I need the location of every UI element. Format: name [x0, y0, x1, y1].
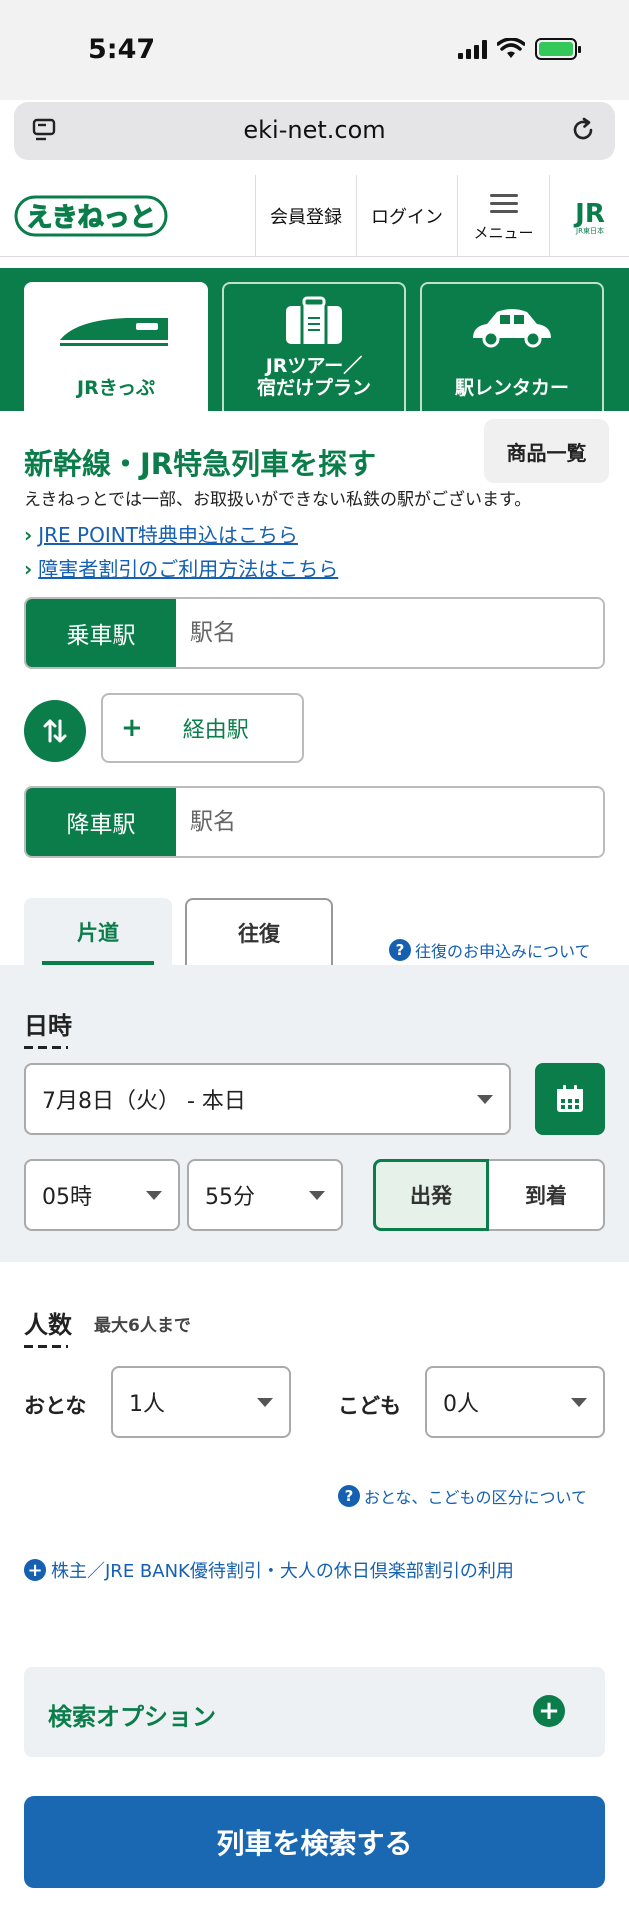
menu-label: メニュー [473, 224, 534, 242]
search-trains-button[interactable]: 列車を検索する [24, 1796, 605, 1888]
wifi-icon [497, 38, 525, 58]
chevron-down-icon [571, 1398, 587, 1407]
plus-circle-icon: + [24, 1559, 46, 1581]
round-trip-help-text[interactable]: 往復のお申込みについて [415, 938, 591, 962]
jr-logo-icon: JR JR東日本 [573, 199, 605, 235]
jr-east-logo[interactable]: JR JR東日本 [549, 175, 629, 257]
expand-plus-icon: + [533, 1695, 565, 1727]
status-time: 5:47 [88, 34, 156, 65]
calendar-icon [557, 1085, 583, 1112]
arrival-station-field: 降車駅 [24, 786, 605, 858]
tab-jr-tickets[interactable]: JRきっぷ [24, 282, 208, 411]
svg-text:えきねっと: えきねっと [26, 203, 155, 233]
car-icon [473, 309, 551, 348]
tab-one-way[interactable]: 片道 [24, 898, 172, 966]
jre-point-link-text[interactable]: JRE POINT特典申込はこちら [38, 523, 298, 547]
minute-select[interactable]: 55分 [187, 1159, 343, 1231]
swap-arrows-icon [43, 719, 67, 743]
tab-rent-a-car-label: 駅レンタカー [454, 377, 569, 399]
page-title: 新幹線・JR特急列車を探す [24, 447, 377, 481]
station-notice: えきねっとでは一部、お取扱いができない私鉄の駅がございます。 [24, 490, 532, 510]
shinkansen-icon [60, 318, 168, 346]
chevron-down-icon [477, 1095, 493, 1104]
site-header: えきねっと 会員登録 ログイン メニュー JR JR東日本 [0, 175, 629, 257]
arrival-station-input[interactable] [176, 788, 603, 856]
chevron-right-icon: › [24, 523, 33, 547]
departure-station-input[interactable] [176, 599, 603, 667]
header-nav: 会員登録 ログイン メニュー JR JR東日本 [255, 175, 629, 257]
status-bar: 5:47 [0, 0, 629, 100]
menu-button[interactable]: メニュー [457, 175, 549, 257]
discount-link[interactable]: + 株主／JRE BANK優待割引・大人の休日倶楽部割引の利用 [24, 1557, 514, 1583]
round-trip-help-link[interactable]: ? 往復のお申込みについて [389, 938, 591, 962]
disability-discount-link-text[interactable]: 障害者割引のご利用方法はこちら [38, 557, 338, 581]
adult-count-select[interactable]: 1人 [111, 1366, 291, 1438]
search-options-toggle[interactable]: 検索オプション + [24, 1667, 605, 1757]
departure-station-label: 乗車駅 [26, 599, 176, 667]
address-bar[interactable]: eki-net.com [14, 102, 615, 160]
register-link[interactable]: 会員登録 [255, 175, 356, 257]
tab-round-trip[interactable]: 往復 [185, 898, 333, 966]
via-station-label: 経由駅 [182, 718, 249, 743]
search-options-label: 検索オプション [48, 1703, 216, 1731]
disability-discount-link[interactable]: › 障害者割引のご利用方法はこちら [24, 553, 338, 582]
reload-icon[interactable] [569, 116, 597, 144]
chevron-right-icon: › [24, 557, 33, 581]
add-via-station-button[interactable]: + 経由駅 [101, 693, 304, 763]
tab-jr-tour-label-line2: 宿だけプラン [256, 377, 371, 399]
child-count-value: 0人 [443, 1392, 479, 1417]
swap-stations-button[interactable] [24, 700, 86, 762]
tab-jr-tickets-label: JRきっぷ [77, 377, 155, 399]
svg-text:JR東日本: JR東日本 [575, 226, 604, 235]
product-list-button[interactable]: 商品一覧 [484, 419, 609, 483]
ekinet-logo[interactable]: えきねっと [14, 189, 168, 241]
product-tabs: JRきっぷ JRツアー／ 宿だけプラン 駅レンタカー [0, 268, 629, 411]
chevron-down-icon [257, 1398, 273, 1407]
arrive-toggle[interactable]: 到着 [489, 1159, 605, 1231]
chevron-down-icon [146, 1191, 162, 1200]
tab-jr-tour[interactable]: JRツアー／ 宿だけプラン [222, 282, 406, 411]
hour-value: 05時 [42, 1185, 92, 1210]
calendar-button[interactable] [535, 1063, 605, 1135]
adult-label: おとな [24, 1394, 87, 1418]
battery-icon [535, 38, 581, 60]
suitcase-icon [286, 296, 342, 344]
signal-icon [458, 39, 487, 59]
age-category-help-link[interactable]: ? おとな、こどもの区分について [338, 1484, 587, 1508]
chevron-down-icon [309, 1191, 325, 1200]
depart-toggle[interactable]: 出発 [373, 1159, 489, 1231]
tab-rent-a-car[interactable]: 駅レンタカー [420, 282, 604, 411]
adult-count-value: 1人 [129, 1392, 165, 1417]
tab-jr-tour-label: JRツアー／ 宿だけプラン [224, 355, 404, 399]
help-icon: ? [389, 939, 411, 961]
plus-icon: + [121, 713, 143, 743]
hour-select[interactable]: 05時 [24, 1159, 180, 1231]
child-label: こども [338, 1394, 401, 1418]
url-text[interactable]: eki-net.com [14, 116, 615, 144]
tab-jr-tour-label-line1: JRツアー／ [265, 355, 363, 377]
people-max-note: 最大6人まで [94, 1316, 191, 1336]
login-link[interactable]: ログイン [356, 175, 457, 257]
svg-text:JR: JR [573, 199, 605, 229]
discount-link-text[interactable]: 株主／JRE BANK優待割引・大人の休日倶楽部割引の利用 [51, 1557, 514, 1583]
arrival-station-label: 降車駅 [26, 788, 176, 856]
people-title: 人数 [24, 1305, 72, 1348]
date-select[interactable]: 7月8日（火） - 本日 [24, 1063, 511, 1135]
child-count-select[interactable]: 0人 [425, 1366, 605, 1438]
minute-value: 55分 [205, 1185, 255, 1210]
datetime-title: 日時 [24, 1006, 72, 1049]
age-category-help-text[interactable]: おとな、こどもの区分について [364, 1484, 587, 1508]
date-value: 7月8日（火） - 本日 [42, 1089, 246, 1114]
hamburger-icon [489, 189, 518, 218]
status-icons [458, 38, 581, 60]
help-icon: ? [338, 1485, 360, 1507]
jre-point-link[interactable]: › JRE POINT特典申込はこちら [24, 519, 298, 548]
departure-station-field: 乗車駅 [24, 597, 605, 669]
